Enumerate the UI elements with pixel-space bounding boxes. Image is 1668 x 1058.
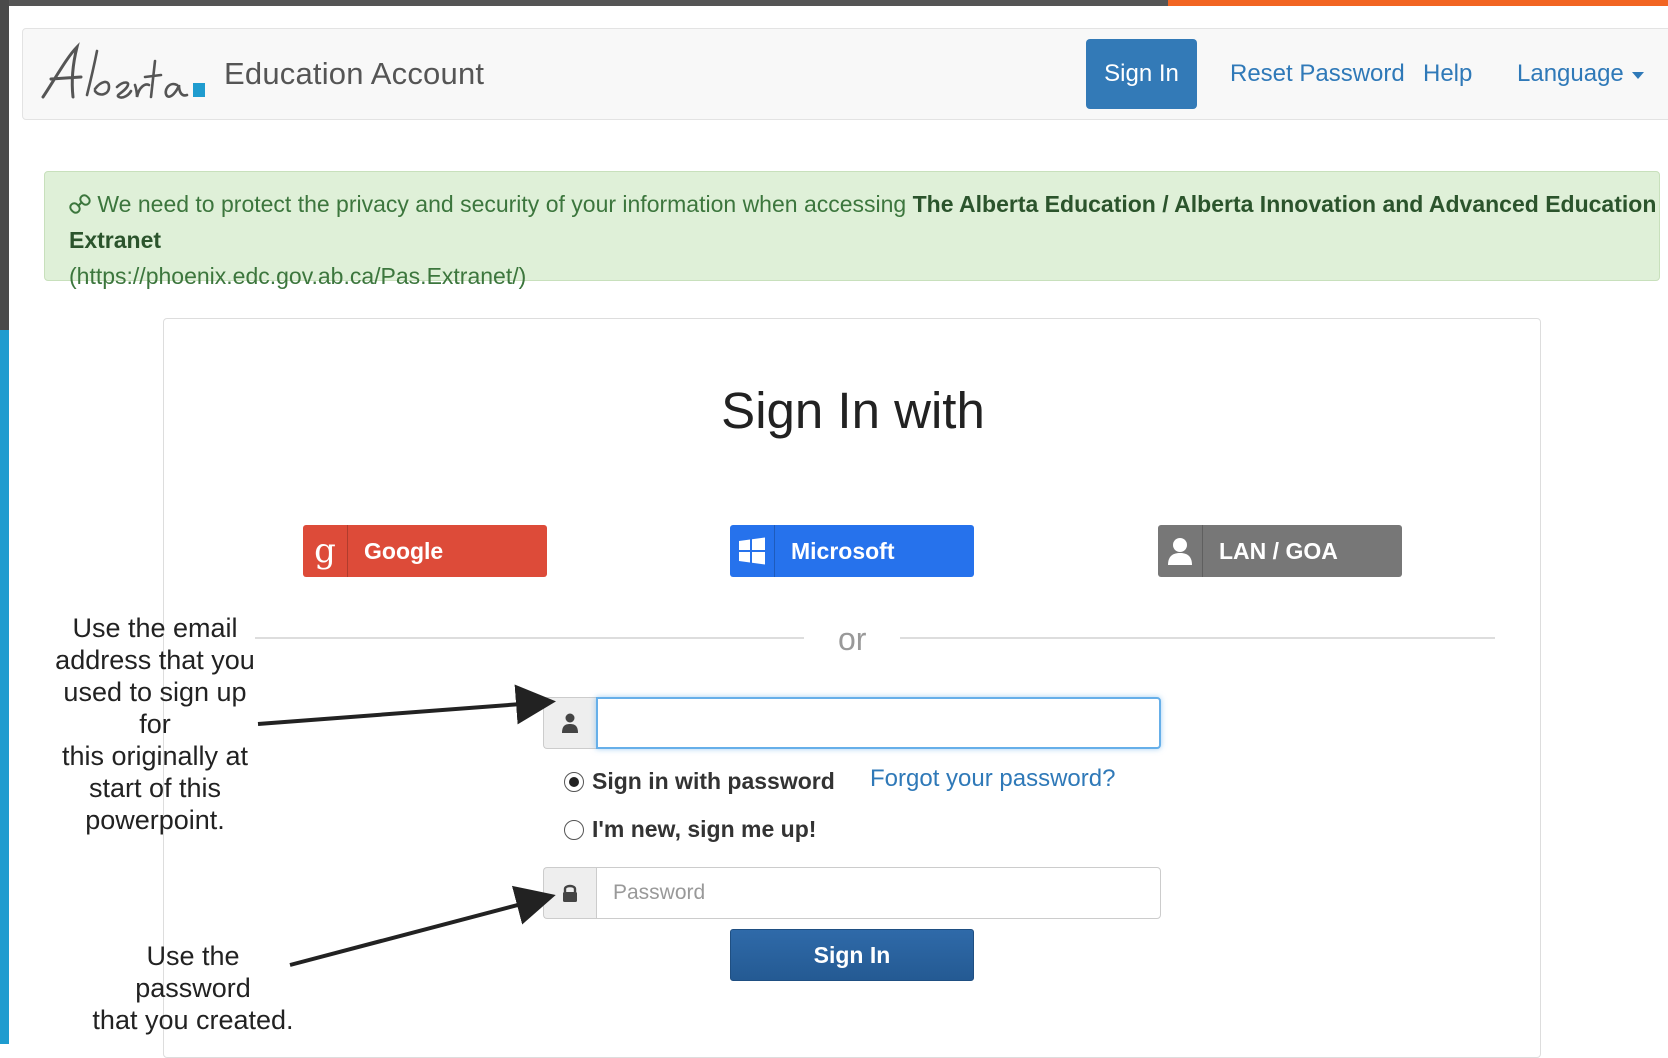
email-input[interactable]	[596, 697, 1161, 749]
alert-text: We need to protect the privacy and secur…	[97, 191, 913, 217]
lock-icon	[543, 867, 596, 919]
google-label: Google	[364, 537, 444, 564]
password-input[interactable]: Password	[596, 867, 1161, 919]
slide-frame-top	[0, 0, 1180, 6]
google-signin-button[interactable]: g Google	[303, 525, 547, 577]
alberta-logo	[41, 42, 205, 99]
radio-unchecked-icon[interactable]	[564, 819, 584, 840]
brand-title: Education Account	[224, 56, 485, 91]
annotation-line: start of this	[88, 773, 222, 803]
alert-url: (https://phoenix.edc.gov.ab.ca/Pas.Extra…	[69, 263, 527, 289]
user-icon	[1158, 525, 1203, 577]
annotation-line: used to sign up for	[63, 677, 247, 739]
radio-checked-icon[interactable]	[564, 771, 584, 792]
user-icon	[543, 697, 596, 749]
caret-down-icon	[1631, 72, 1644, 79]
windows-icon	[730, 525, 775, 577]
microsoft-signin-button[interactable]: Microsoft	[730, 525, 974, 577]
radio-new-user[interactable]: I'm new, sign me up!	[564, 816, 816, 843]
email-annotation: Use the email address that you used to s…	[50, 612, 260, 836]
divider-right	[900, 637, 1495, 639]
email-input-group	[543, 697, 1161, 749]
link-icon	[69, 194, 91, 214]
slide-frame-left	[0, 0, 9, 340]
nav-help-link[interactable]: Help	[1423, 39, 1472, 109]
annotation-line: powerpoint.	[85, 805, 225, 835]
or-separator: or	[838, 621, 867, 657]
radio-new-label: I'm new, sign me up!	[592, 816, 817, 842]
nav-reset-password-link[interactable]: Reset Password	[1230, 39, 1405, 109]
annotation-line: Use the password	[135, 941, 251, 1003]
top-navbar: Education Account Sign In Reset Password…	[22, 28, 1668, 120]
microsoft-label: Microsoft	[791, 537, 895, 564]
radio-password-label: Sign in with password	[592, 768, 835, 794]
divider-left	[255, 637, 804, 639]
alert-line-1: We need to protect the privacy and secur…	[69, 186, 1659, 258]
nav-language-dropdown[interactable]: Language	[1517, 39, 1644, 109]
annotation-line: address that you	[55, 645, 255, 675]
annotation-line: Use the email	[72, 613, 238, 643]
google-icon: g	[303, 525, 348, 577]
nav-signin-button[interactable]: Sign In	[1086, 39, 1197, 109]
slide-frame-accent	[1168, 0, 1668, 6]
password-input-group: Password	[543, 867, 1161, 919]
signin-submit-button[interactable]: Sign In	[730, 929, 974, 981]
brand[interactable]: Education Account	[37, 39, 484, 109]
password-annotation: Use the password that you created.	[88, 940, 298, 1036]
signin-title: Sign In with	[721, 382, 985, 439]
radio-sign-in-with-password[interactable]: Sign in with password	[564, 768, 835, 795]
lan-goa-label: LAN / GOA	[1219, 537, 1338, 564]
privacy-alert: We need to protect the privacy and secur…	[44, 171, 1660, 289]
language-label: Language	[1517, 60, 1624, 87]
annotation-line: that you created.	[92, 1005, 294, 1035]
lan-goa-signin-button[interactable]: LAN / GOA	[1158, 525, 1402, 577]
annotation-line: this originally at	[61, 741, 249, 771]
forgot-password-link[interactable]: Forgot your password?	[870, 765, 1115, 793]
